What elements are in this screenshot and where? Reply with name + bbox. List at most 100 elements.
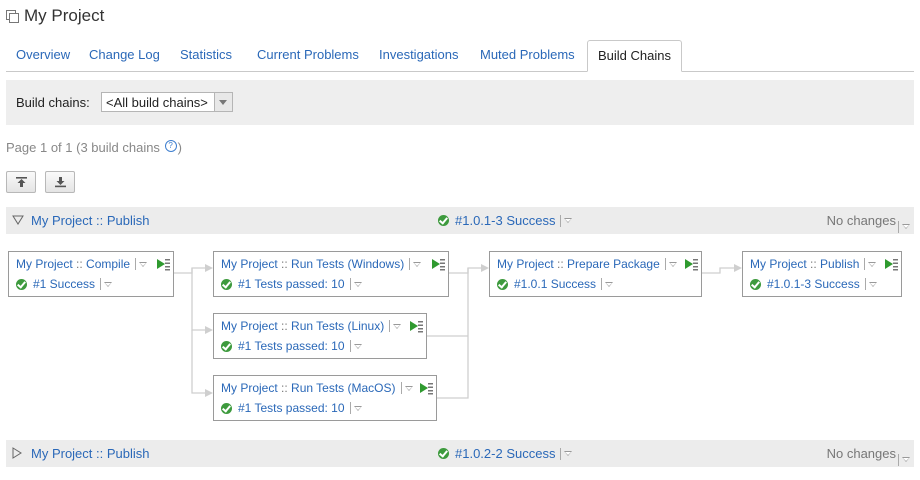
build-status-text[interactable]: #1 Success <box>33 277 95 291</box>
node-config[interactable]: Prepare Package <box>567 257 660 271</box>
build-status[interactable]: #1.0.1-3 Success <box>750 277 877 291</box>
success-icon <box>221 278 232 290</box>
chain-status[interactable]: #1.0.2-2 Success <box>438 446 573 461</box>
build-node-run-tests-linux: My Project :: Run Tests (Linux) #1 Tests… <box>213 313 427 359</box>
divider <box>400 382 402 394</box>
build-type-link[interactable]: My Project :: Compile <box>16 257 148 271</box>
node-separator: :: <box>810 257 817 271</box>
run-build-icon[interactable] <box>431 257 445 271</box>
node-separator: :: <box>76 257 83 271</box>
build-node-run-tests-macos: My Project :: Run Tests (MacOS) #1 Tests… <box>213 375 437 421</box>
arrow-head <box>734 264 742 272</box>
divider <box>864 278 866 290</box>
chain-status-text[interactable]: #1.0.2-2 Success <box>455 446 555 461</box>
run-build-icon[interactable] <box>156 257 170 271</box>
divider <box>389 320 391 332</box>
success-icon <box>438 448 449 459</box>
run-build-icon[interactable] <box>419 381 433 395</box>
node-separator: :: <box>281 319 288 333</box>
node-config[interactable]: Run Tests (Linux) <box>291 319 384 333</box>
connector-line <box>448 267 482 274</box>
success-icon <box>750 278 761 290</box>
connector-line <box>701 267 734 274</box>
build-status-text[interactable]: #1 Tests passed: 10 <box>238 401 345 415</box>
chevron-down-icon[interactable] <box>139 261 148 267</box>
chevron-down-icon[interactable] <box>668 261 677 267</box>
success-icon <box>16 278 27 290</box>
arrow-head <box>205 326 213 334</box>
divider <box>349 340 351 352</box>
build-node-prepare-package: My Project :: Prepare Package #1.0.1 Suc… <box>489 251 702 297</box>
chevron-down-icon[interactable] <box>353 343 362 349</box>
chevron-down-icon[interactable] <box>104 281 113 287</box>
chain-name-link[interactable]: My Project :: Publish <box>31 446 150 461</box>
run-build-icon[interactable] <box>884 257 898 271</box>
node-project[interactable]: My Project <box>221 381 278 395</box>
divider <box>560 447 562 460</box>
success-icon <box>221 340 232 352</box>
chevron-down-icon[interactable] <box>393 323 402 329</box>
build-status[interactable]: #1 Tests passed: 10 <box>221 277 362 291</box>
divider <box>409 258 411 270</box>
build-type-link[interactable]: My Project :: Run Tests (Windows) <box>221 257 422 271</box>
build-status-text[interactable]: #1 Tests passed: 10 <box>238 339 345 353</box>
arrow-head <box>481 264 489 272</box>
chevron-down-icon[interactable] <box>902 457 910 463</box>
node-project[interactable]: My Project <box>221 319 278 333</box>
chain-header[interactable]: My Project :: Publish #1.0.2-2 Success N… <box>6 440 914 467</box>
connector-line <box>173 267 206 274</box>
expand-triangle-icon[interactable] <box>12 447 22 459</box>
success-icon <box>221 402 232 414</box>
chevron-down-icon[interactable] <box>868 281 877 287</box>
changes-dropdown[interactable] <box>898 451 910 466</box>
node-project[interactable]: My Project <box>221 257 278 271</box>
chain-graph-connectors <box>173 264 742 399</box>
node-separator: :: <box>281 381 288 395</box>
build-status-text[interactable]: #1 Tests passed: 10 <box>238 277 345 291</box>
node-config[interactable]: Run Tests (Windows) <box>291 257 404 271</box>
divider <box>349 278 351 290</box>
run-build-icon[interactable] <box>684 257 698 271</box>
build-status-text[interactable]: #1.0.1 Success <box>514 277 596 291</box>
build-type-link[interactable]: My Project :: Run Tests (MacOS) <box>221 381 413 395</box>
divider <box>664 258 666 270</box>
node-project[interactable]: My Project <box>497 257 554 271</box>
divider <box>135 258 137 270</box>
connector-line <box>191 330 206 394</box>
chevron-down-icon[interactable] <box>353 405 362 411</box>
node-config[interactable]: Run Tests (MacOS) <box>291 381 395 395</box>
node-config[interactable]: Publish <box>820 257 859 271</box>
build-status-text[interactable]: #1.0.1-3 Success <box>767 277 860 291</box>
divider <box>898 453 899 466</box>
build-type-link[interactable]: My Project :: Publish <box>750 257 877 271</box>
chevron-down-icon[interactable] <box>353 281 362 287</box>
chevron-down-icon[interactable] <box>605 281 614 287</box>
build-type-link[interactable]: My Project :: Prepare Package <box>497 257 677 271</box>
chevron-down-icon[interactable] <box>868 261 877 267</box>
node-project[interactable]: My Project <box>750 257 807 271</box>
changes-link[interactable]: No changes <box>827 446 896 461</box>
build-status[interactable]: #1 Tests passed: 10 <box>221 401 362 415</box>
build-status[interactable]: #1 Tests passed: 10 <box>221 339 362 353</box>
chevron-down-icon[interactable] <box>413 261 422 267</box>
node-separator: :: <box>281 257 288 271</box>
build-status[interactable]: #1.0.1 Success <box>497 277 614 291</box>
chevron-down-icon[interactable] <box>564 451 573 456</box>
divider <box>601 278 603 290</box>
run-build-icon[interactable] <box>409 319 423 333</box>
build-node-compile: My Project :: Compile #1 Success <box>8 251 174 297</box>
build-node-run-tests-windows: My Project :: Run Tests (Windows) #1 Tes… <box>213 251 449 297</box>
success-icon <box>497 278 508 290</box>
connector-line <box>191 268 206 331</box>
arrow-head <box>205 264 213 272</box>
build-status[interactable]: #1 Success <box>16 277 113 291</box>
node-project[interactable]: My Project <box>16 257 73 271</box>
divider <box>864 258 866 270</box>
chevron-down-icon[interactable] <box>404 385 413 391</box>
divider <box>100 278 102 290</box>
build-type-link[interactable]: My Project :: Run Tests (Linux) <box>221 319 402 333</box>
node-config[interactable]: Compile <box>86 257 130 271</box>
divider <box>349 402 351 414</box>
node-separator: :: <box>557 257 564 271</box>
build-node-publish: My Project :: Publish #1.0.1-3 Success <box>742 251 902 297</box>
